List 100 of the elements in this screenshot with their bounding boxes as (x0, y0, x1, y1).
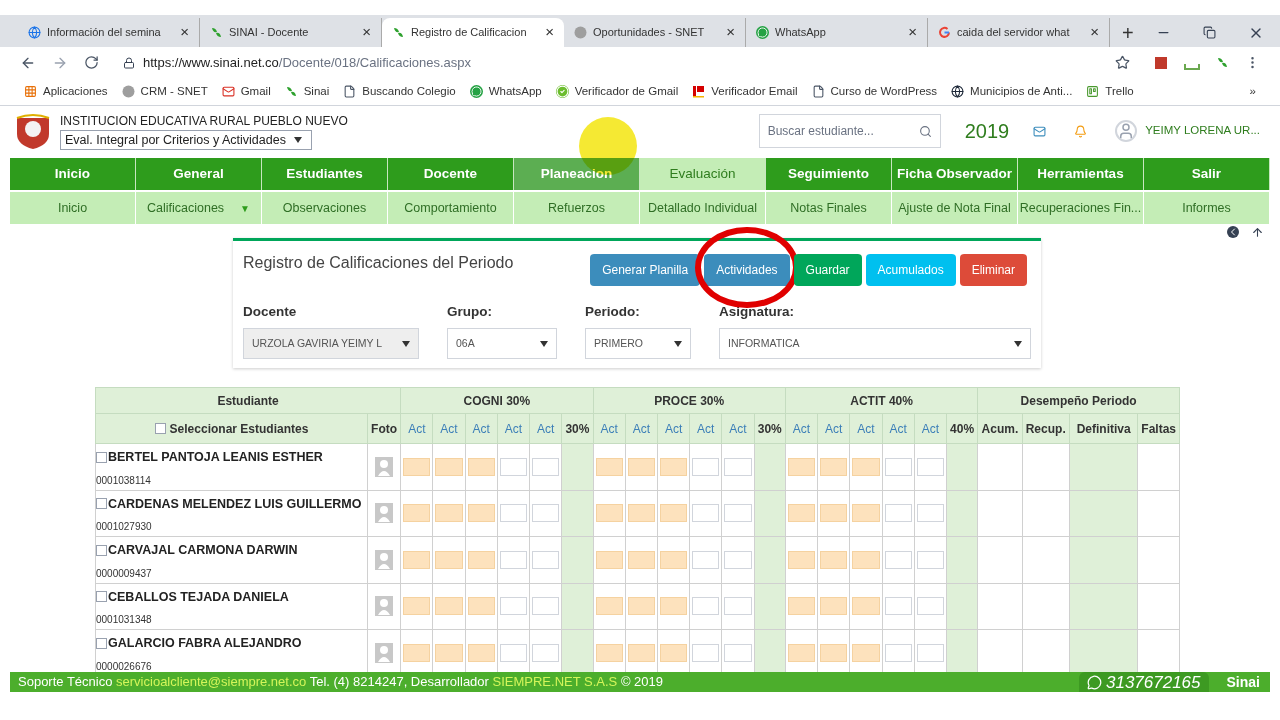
grade-input[interactable] (595, 643, 623, 662)
user-avatar-icon[interactable] (1115, 120, 1138, 142)
grade-input[interactable] (916, 457, 944, 476)
grade-input[interactable] (435, 504, 463, 523)
nav-tab[interactable]: Herramientas (1018, 158, 1144, 190)
new-tab-button[interactable]: + (1110, 18, 1146, 47)
grade-input[interactable] (884, 550, 912, 569)
grade-input[interactable] (787, 597, 816, 616)
grade-input[interactable] (884, 597, 912, 616)
grade-input[interactable] (692, 597, 720, 616)
grade-input[interactable] (884, 643, 912, 662)
grade-input[interactable] (595, 597, 623, 616)
grade-input[interactable] (659, 504, 688, 523)
checkbox[interactable] (96, 544, 107, 556)
grade-input[interactable] (499, 550, 528, 569)
grade-input[interactable] (499, 597, 528, 616)
reload-icon[interactable] (84, 55, 99, 70)
tab-close-button[interactable]: × (1090, 21, 1099, 44)
grade-input[interactable] (499, 457, 528, 476)
nav-tab[interactable]: Estudiantes (262, 158, 388, 190)
browser-tab[interactable]: Registro de Calificacion × (382, 18, 564, 47)
grade-input[interactable] (467, 643, 495, 662)
grade-input[interactable] (532, 504, 560, 523)
grade-input[interactable] (403, 643, 431, 662)
grade-input[interactable] (724, 457, 752, 476)
grade-input[interactable] (787, 550, 816, 569)
grade-input[interactable] (499, 643, 528, 662)
grade-input[interactable] (787, 504, 816, 523)
select-field[interactable]: PRIMERO (585, 328, 691, 360)
grade-input[interactable] (659, 643, 688, 662)
bookmark[interactable]: Gmail (221, 82, 271, 101)
bookmark[interactable]: WhatsApp (469, 82, 542, 101)
bookmark[interactable]: CRM - SNET (121, 82, 208, 101)
grade-input[interactable] (627, 457, 655, 476)
grade-input[interactable] (435, 597, 463, 616)
grade-input[interactable] (692, 643, 720, 662)
grade-input[interactable] (403, 457, 431, 476)
grade-input[interactable] (403, 597, 431, 616)
nav-tab[interactable]: Ficha Observador (892, 158, 1018, 190)
grade-input[interactable] (916, 504, 944, 523)
tab-close-button[interactable]: × (180, 21, 189, 44)
browser-tab[interactable]: caida del servidor what × (928, 18, 1110, 47)
user-name[interactable]: YEIMY LORENA UR... (1145, 122, 1260, 140)
bookmark[interactable]: Trello (1086, 82, 1134, 101)
tab-close-button[interactable]: × (545, 21, 554, 44)
grade-input[interactable] (916, 550, 944, 569)
grade-input[interactable] (467, 597, 495, 616)
grade-input[interactable] (724, 643, 752, 662)
checkbox[interactable] (154, 423, 166, 434)
grade-input[interactable] (595, 457, 623, 476)
grade-input[interactable] (595, 550, 623, 569)
grade-input[interactable] (884, 457, 912, 476)
grade-input[interactable] (467, 457, 495, 476)
grade-input[interactable] (884, 504, 912, 523)
nav-tab[interactable]: General (136, 158, 262, 190)
checkbox[interactable] (96, 451, 107, 463)
tab-close-button[interactable]: × (362, 21, 371, 44)
grade-input[interactable] (820, 643, 848, 662)
grade-input[interactable] (467, 550, 495, 569)
grade-input[interactable] (467, 504, 495, 523)
bookmark[interactable]: Curso de WordPress (811, 82, 938, 101)
checkbox[interactable] (96, 498, 107, 510)
checkbox[interactable] (96, 591, 107, 603)
nav-tab[interactable]: Seguimiento (766, 158, 892, 190)
grade-input[interactable] (724, 550, 752, 569)
grade-input[interactable] (852, 643, 880, 662)
mail-icon[interactable] (1033, 124, 1047, 138)
grade-input[interactable] (692, 550, 720, 569)
grade-input[interactable] (916, 643, 944, 662)
grade-input[interactable] (852, 457, 880, 476)
student-search-field[interactable]: Buscar estudiante... (758, 114, 941, 148)
browser-tab[interactable]: Información del semina × (18, 18, 200, 47)
grade-input[interactable] (627, 643, 655, 662)
grade-input[interactable] (435, 643, 463, 662)
select-field[interactable]: 06A (447, 328, 557, 360)
bookmark[interactable]: Verificador de Gmail (555, 82, 679, 101)
grade-input[interactable] (659, 550, 688, 569)
grade-input[interactable] (787, 457, 816, 476)
browser-tab[interactable]: WhatsApp × (746, 18, 928, 47)
bookmark[interactable]: Aplicaciones (24, 82, 108, 101)
grade-input[interactable] (403, 504, 431, 523)
evaluation-select[interactable]: Eval. Integral por Criterios y Actividades (60, 129, 312, 151)
bookmark[interactable]: Sinai (284, 82, 330, 101)
grade-input[interactable] (820, 550, 848, 569)
grade-input[interactable] (627, 597, 655, 616)
nav-tab[interactable]: Salir (1144, 158, 1270, 190)
grade-input[interactable] (692, 457, 720, 476)
grade-input[interactable] (692, 504, 720, 523)
action-button[interactable]: Generar Planilla (590, 254, 701, 286)
checkbox[interactable] (96, 637, 107, 649)
bookmark[interactable]: Verificador Email (692, 82, 798, 101)
grade-input[interactable] (852, 504, 880, 523)
grade-input[interactable] (820, 457, 848, 476)
grade-input[interactable] (499, 504, 528, 523)
action-button[interactable]: Eliminar (959, 254, 1027, 286)
more-bookmarks-button[interactable]: » (1249, 82, 1256, 101)
nav-tab[interactable]: Inicio (10, 158, 136, 190)
grade-input[interactable] (595, 504, 623, 523)
grade-input[interactable] (916, 597, 944, 616)
grade-input[interactable] (659, 597, 688, 616)
